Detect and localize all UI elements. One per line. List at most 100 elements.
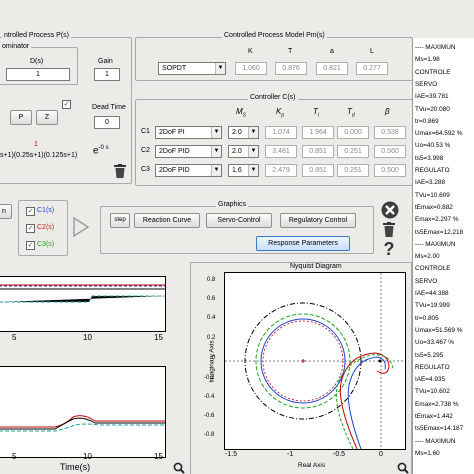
denominator-label: ominator xyxy=(0,43,32,50)
row-c3-ti: 0.851 xyxy=(302,164,334,177)
app-window: ntrolled Process P(s) ominator D(s) 1 Ga… xyxy=(0,0,474,474)
row-c2-ms: 2.0 xyxy=(232,148,242,155)
c3-label: C3(s) xyxy=(37,241,55,248)
model-k-value: 1.060 xyxy=(235,62,267,75)
help-icon[interactable]: ? xyxy=(381,240,397,258)
row-c3-ms-dropdown[interactable]: 1.6 ▼ xyxy=(228,164,259,177)
step-button[interactable]: step xyxy=(110,213,130,228)
time-plot-bottom xyxy=(0,366,166,458)
process-checkbox[interactable]: ✓ xyxy=(62,100,71,109)
zoom-icon[interactable] xyxy=(173,461,185,474)
row-c1-label: C1 xyxy=(141,128,150,135)
row-c2-type-dropdown[interactable]: 2DoF PID ▼ xyxy=(155,145,222,158)
ny-ytick-0.4: 0.4 xyxy=(207,315,216,321)
row-c1-ms: 2.0 xyxy=(232,129,242,136)
graphics-panel-title: Graphics xyxy=(216,201,249,208)
c2-checkbox[interactable]: ✓ xyxy=(26,224,35,233)
sidebar-line: ts5Emax=12.218 xyxy=(415,228,464,236)
row-c2-ms-dropdown[interactable]: 2.0 ▼ xyxy=(228,145,259,158)
header-beta: β xyxy=(385,107,390,116)
sidebar-line: TVu=10.609 xyxy=(415,191,450,199)
sidebar-line: ---- MAXIMUN xyxy=(415,240,456,248)
c1-checkbox[interactable]: ✓ xyxy=(26,207,35,216)
sidebar-line: Ms=2.00 xyxy=(415,253,440,261)
dead-time-label: Dead Time xyxy=(92,104,126,111)
left-tab-button[interactable]: n xyxy=(0,204,12,219)
sidebar-line: Umax=64.592 % xyxy=(415,130,463,138)
row-c3-ms: 1.6 xyxy=(232,167,242,174)
ny-ytick-0.2: 0.2 xyxy=(207,335,216,341)
sidebar-line: Emax=2.297 % xyxy=(415,216,459,224)
bottom-x-tick-15: 15 xyxy=(154,452,163,461)
sidebar-line: tEmax=1.442 xyxy=(415,413,453,420)
ny-xtick-neg0.5: -0.5 xyxy=(333,451,346,458)
model-type-dropdown[interactable]: SOPDT ▼ xyxy=(158,62,226,75)
model-type-value: SOPDT xyxy=(162,65,187,72)
header-kp-sub: p xyxy=(281,112,285,119)
response-parameters-button[interactable]: Response Parameters xyxy=(256,236,350,251)
trash-icon[interactable] xyxy=(383,222,395,237)
top-x-tick-5: 5 xyxy=(12,333,17,342)
chevron-down-icon: ▼ xyxy=(211,127,221,138)
sidebar-line: ts5=3.998 xyxy=(415,154,444,162)
header-ti: Ti xyxy=(313,107,319,119)
trash-icon[interactable] xyxy=(114,164,126,178)
sidebar-line: IAE=4.935 xyxy=(415,376,446,384)
red-numerator: 1 xyxy=(34,141,38,148)
servo-control-button[interactable]: Servo-Control xyxy=(206,213,272,228)
ny-ytick-neg0.2: -0.2 xyxy=(204,375,215,381)
exp-sup: -0 s xyxy=(98,145,109,151)
sidebar-line: ts5Emax=14.187 xyxy=(415,425,464,433)
polynomial-text: s+1)(0.25s+1)(0.125s+1) xyxy=(0,152,78,159)
top-x-tick-15: 15 xyxy=(154,333,163,342)
sidebar-line: SERVO xyxy=(415,277,438,285)
model-t-value: 0.876 xyxy=(275,62,307,75)
sidebar-line: ---- MAXIMUN xyxy=(415,44,456,51)
sidebar-line: ts5=5.295 xyxy=(415,351,444,359)
reaction-curve-button[interactable]: Reaction Curve xyxy=(134,213,200,228)
model-a-value: 0.821 xyxy=(316,62,348,75)
model-col-k: K xyxy=(248,48,253,55)
row-c1-type-dropdown[interactable]: 2DoF PI ▼ xyxy=(155,126,222,139)
row-c2-beta: 0.560 xyxy=(374,145,406,158)
ds-input[interactable]: 1 xyxy=(6,68,70,81)
regulatory-control-button[interactable]: Regulatory Control xyxy=(280,213,356,228)
play-arrow-icon[interactable] xyxy=(72,216,90,238)
header-ti-sub: i xyxy=(317,112,320,119)
sidebar-line: Umax=51.569 % xyxy=(415,326,463,334)
chevron-down-icon: ▼ xyxy=(248,146,258,157)
sidebar-line: SERVO xyxy=(415,80,438,88)
sidebar-line: Ms=1.60 xyxy=(415,449,440,457)
row-c3-label: C3 xyxy=(141,166,150,173)
ny-xtick-0: 0 xyxy=(379,451,383,458)
row-c2-td: 0.251 xyxy=(337,145,369,158)
ny-ytick-neg0.4: -0.4 xyxy=(204,394,215,400)
ny-xtick-neg1.5: -1.5 xyxy=(225,451,238,458)
sidebar-line: tr=0.869 xyxy=(415,117,439,125)
nyquist-axes xyxy=(224,272,406,450)
nyquist-xlabel: Real Axis xyxy=(298,462,326,469)
p-button[interactable]: P xyxy=(10,110,32,125)
row-c1-ti: 1.964 xyxy=(302,126,334,139)
model-col-a: a xyxy=(330,48,334,55)
dead-time-input[interactable]: 0 xyxy=(94,116,120,129)
sidebar-line: ---- MAXIMUN xyxy=(415,437,456,445)
row-c2-kp: 3.481 xyxy=(265,145,297,158)
nyquist-title: Nyquist Diagram xyxy=(290,263,342,270)
chevron-down-icon: ▼ xyxy=(248,127,258,138)
bottom-x-tick-10: 10 xyxy=(83,452,92,461)
sidebar-line: IAE=44.388 xyxy=(415,290,449,297)
row-c3-type-dropdown[interactable]: 2DoF PID ▼ xyxy=(155,164,222,177)
bottom-x-tick-5: 5 xyxy=(12,452,17,461)
c3-checkbox[interactable]: ✓ xyxy=(26,241,35,250)
row-c1-ms-dropdown[interactable]: 2.0 ▼ xyxy=(228,126,259,139)
ny-ytick-0.6: 0.6 xyxy=(207,296,216,302)
sidebar-line: IAE=39.781 xyxy=(415,93,449,101)
zoom-icon[interactable] xyxy=(397,461,409,474)
sidebar-line: tr=0.805 xyxy=(415,314,439,322)
sidebar-line: REGULATO xyxy=(415,363,450,371)
row-c1-type: 2DoF PI xyxy=(159,129,185,136)
close-icon[interactable] xyxy=(381,201,399,219)
gain-input[interactable]: 1 xyxy=(94,68,120,81)
z-button[interactable]: Z xyxy=(36,110,58,125)
